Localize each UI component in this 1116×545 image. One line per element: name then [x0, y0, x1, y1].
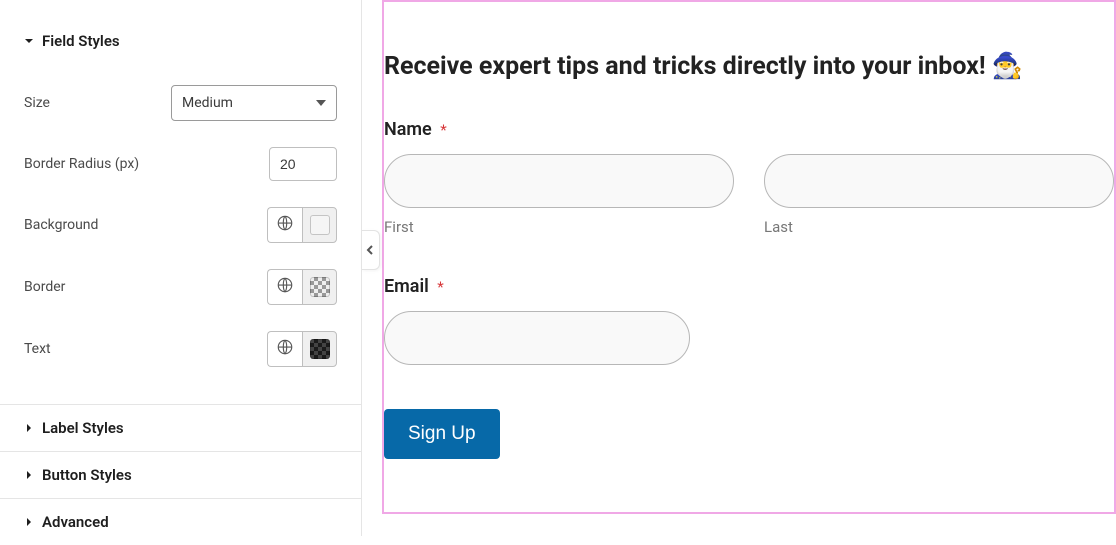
- email-label-text: Email: [384, 276, 429, 297]
- form-heading-text: Receive expert tips and tricks directly …: [384, 52, 1023, 81]
- last-name-input[interactable]: [764, 154, 1114, 208]
- caret-right-icon: [24, 423, 34, 433]
- first-name-sublabel: First: [384, 218, 734, 236]
- border-color-control: [267, 269, 337, 305]
- panel-advanced-title: Advanced: [42, 513, 109, 531]
- panel-field-styles-body: Size Medium Border Radius (px) Backgroun…: [0, 64, 361, 404]
- text-global-button[interactable]: [267, 331, 302, 367]
- caret-down-icon: [24, 36, 34, 46]
- border-swatch-button[interactable]: [302, 269, 337, 305]
- chevron-down-icon: [316, 100, 326, 106]
- panel-label-styles-title: Label Styles: [42, 419, 124, 437]
- panel-button-styles-header[interactable]: Button Styles: [0, 451, 361, 498]
- size-select[interactable]: Medium: [171, 85, 337, 121]
- size-select-value: Medium: [182, 95, 233, 111]
- caret-right-icon: [24, 517, 34, 527]
- border-global-button[interactable]: [267, 269, 302, 305]
- size-label: Size: [24, 95, 50, 111]
- background-label: Background: [24, 217, 98, 233]
- preview-canvas: Receive expert tips and tricks directly …: [362, 0, 1116, 536]
- panel-field-styles-header[interactable]: Field Styles: [0, 18, 361, 64]
- name-label-text: Name: [384, 119, 432, 140]
- email-input[interactable]: [384, 311, 690, 365]
- required-asterisk: *: [440, 121, 446, 139]
- panel-advanced-header[interactable]: Advanced: [0, 498, 361, 545]
- color-swatch-icon: [310, 277, 330, 297]
- color-swatch-icon: [310, 339, 330, 359]
- sidebar-collapse-handle[interactable]: [362, 230, 380, 270]
- email-field-label: Email *: [384, 276, 1114, 297]
- panel-label-styles-header[interactable]: Label Styles: [0, 404, 361, 451]
- background-color-control: [267, 207, 337, 243]
- globe-icon: [276, 214, 294, 236]
- first-name-input[interactable]: [384, 154, 734, 208]
- caret-right-icon: [24, 470, 34, 480]
- last-name-sublabel: Last: [764, 218, 1114, 236]
- text-swatch-button[interactable]: [302, 331, 337, 367]
- globe-icon: [276, 338, 294, 360]
- panel-field-styles-title: Field Styles: [42, 32, 120, 50]
- background-swatch-button[interactable]: [302, 207, 337, 243]
- color-swatch-icon: [310, 215, 330, 235]
- text-color-control: [267, 331, 337, 367]
- border-label: Border: [24, 279, 65, 295]
- settings-sidebar: Field Styles Size Medium Border Radius (…: [0, 0, 362, 536]
- background-global-button[interactable]: [267, 207, 302, 243]
- submit-button[interactable]: Sign Up: [384, 409, 500, 459]
- border-radius-input[interactable]: [269, 147, 337, 181]
- required-asterisk: *: [437, 278, 443, 296]
- form-block-selected[interactable]: Receive expert tips and tricks directly …: [382, 0, 1116, 514]
- name-field-label: Name *: [384, 119, 1114, 140]
- border-radius-label: Border Radius (px): [24, 156, 139, 172]
- globe-icon: [276, 276, 294, 298]
- form-heading: Receive expert tips and tricks directly …: [384, 52, 1114, 81]
- text-color-label: Text: [24, 341, 51, 357]
- panel-button-styles-title: Button Styles: [42, 466, 132, 484]
